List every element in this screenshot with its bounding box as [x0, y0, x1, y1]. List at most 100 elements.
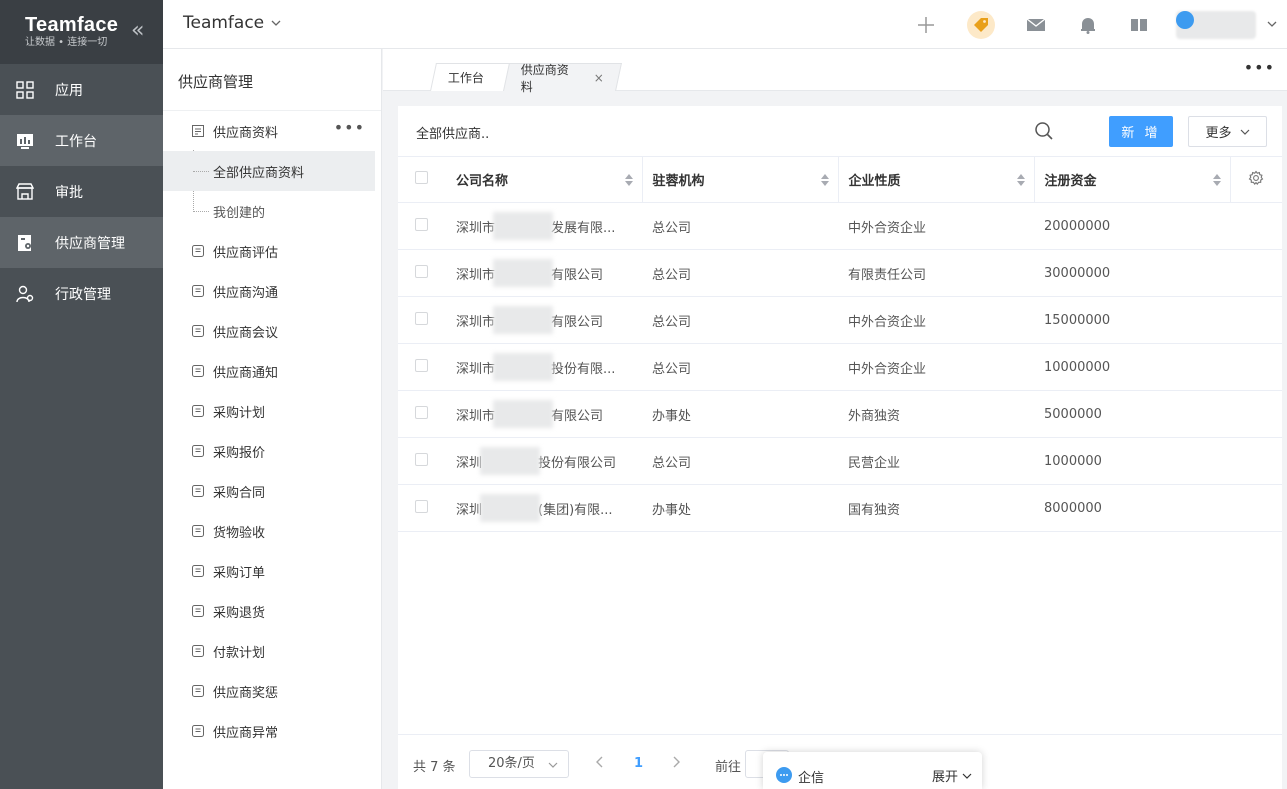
cell-company-name[interactable]: 深圳市 投份有限...	[446, 343, 642, 391]
sub-item[interactable]: 供应商通知	[163, 351, 381, 391]
page-number-current[interactable]: 1	[634, 756, 643, 771]
table-row[interactable]: 深圳市 发展有限... 总公司 中外合资企业 20000000	[398, 202, 1282, 250]
sub-item[interactable]: 采购合同	[163, 471, 381, 511]
more-button[interactable]: 更多	[1188, 116, 1267, 147]
column-settings-cell	[1230, 156, 1282, 203]
chevron-down-icon[interactable]	[1266, 18, 1278, 30]
row-checkbox[interactable]	[415, 405, 428, 419]
search-icon[interactable]	[1034, 121, 1054, 141]
column-header-capital[interactable]: 注册资金	[1034, 156, 1231, 203]
company-name-suffix: 投份有限...	[551, 361, 616, 377]
gear-icon[interactable]	[1248, 170, 1264, 186]
close-icon[interactable]: ×	[594, 71, 604, 85]
table-row[interactable]: 深圳 投份有限公司 总公司 民营企业 1000000	[398, 437, 1282, 485]
more-button-label: 更多	[1205, 126, 1232, 141]
nav-item-apps[interactable]: 应用	[0, 64, 163, 115]
cell-company-name[interactable]: 深圳市 有限公司	[446, 296, 642, 344]
avatar[interactable]	[1176, 11, 1194, 29]
tab-label: 工作台	[447, 71, 484, 85]
row-checkbox[interactable]	[415, 358, 428, 372]
row-checkbox[interactable]	[415, 311, 428, 325]
sub-item[interactable]: 付款计划	[163, 631, 381, 671]
sub-item[interactable]: 供应商奖惩	[163, 671, 381, 711]
sub-item[interactable]: 供应商异常	[163, 711, 381, 751]
sub-item-label: 供应商奖惩	[213, 685, 279, 701]
app-switcher[interactable]: Teamface	[183, 13, 282, 33]
cell-company-name[interactable]: 深圳市 发展有限...	[446, 202, 642, 250]
sort-icon[interactable]	[1212, 173, 1221, 187]
table-row[interactable]: 深圳市 有限公司 总公司 有限责任公司 30000000	[398, 249, 1282, 297]
tab-dashboard[interactable]: 工作台	[430, 63, 512, 91]
calendar-grid-icon	[191, 724, 205, 738]
filter-title[interactable]: 全部供应商..	[416, 123, 489, 142]
sub-item-label: 采购订单	[213, 565, 266, 581]
collapse-sidebar-icon[interactable]: «	[131, 20, 151, 42]
sub-item-supplier-info[interactable]: 供应商资料 •••	[163, 111, 381, 151]
cell-company-name[interactable]: 深圳 (集团)有限...	[446, 484, 642, 532]
sort-icon[interactable]	[624, 173, 633, 187]
more-options-icon[interactable]: •••	[334, 120, 365, 136]
column-header-company[interactable]: 公司名称	[446, 156, 643, 203]
chat-widget[interactable]: 企信 展开	[763, 752, 982, 789]
cell-company-name[interactable]: 深圳 投份有限公司	[446, 437, 642, 485]
tag-icon[interactable]	[967, 11, 995, 39]
cell-company-name[interactable]: 深圳市 有限公司	[446, 390, 642, 438]
cell-capital: 20000000	[1034, 202, 1230, 250]
sort-icon[interactable]	[820, 173, 829, 187]
row-checkbox[interactable]	[415, 217, 428, 231]
nav-item-admin[interactable]: 行政管理	[0, 268, 163, 319]
row-checkbox[interactable]	[415, 452, 428, 466]
nav-item-supplier[interactable]: 供应商管理	[0, 217, 163, 268]
sub-item[interactable]: 采购退货	[163, 591, 381, 631]
tab-supplier-info[interactable]: 供应商资料 ×	[503, 63, 622, 94]
admin-people-icon	[15, 284, 35, 304]
select-all-checkbox[interactable]	[415, 171, 428, 184]
chat-bubble-icon	[776, 767, 792, 783]
sub-item[interactable]: 供应商沟通	[163, 271, 381, 311]
sub-item[interactable]: 采购报价	[163, 431, 381, 471]
row-select-cell	[398, 343, 446, 391]
nav-item-dashboard[interactable]: 工作台	[0, 115, 163, 166]
table-row[interactable]: 深圳市 有限公司 总公司 中外合资企业 15000000	[398, 296, 1282, 344]
supplier-table: 公司名称 驻蓉机构 企业性质 注册资金 深圳市 发展有限... 总公司 中外合资企业 2…	[398, 156, 1282, 532]
page-size-select[interactable]: 20条/页	[469, 750, 569, 778]
goto-label: 前往	[715, 760, 742, 775]
more-options-icon[interactable]: •••	[1244, 60, 1275, 76]
sub-item-label: 采购计划	[213, 405, 266, 421]
row-checkbox[interactable]	[415, 264, 428, 278]
sort-icon[interactable]	[1016, 173, 1025, 187]
approval-icon	[15, 182, 35, 202]
add-button[interactable]: 新 增	[1109, 116, 1173, 147]
cell-capital: 8000000	[1034, 484, 1230, 532]
column-header-org[interactable]: 驻蓉机构	[642, 156, 839, 203]
sub-item[interactable]: 供应商会议	[163, 311, 381, 351]
cell-nature: 中外合资企业	[838, 343, 1034, 391]
sub-child-created-by-me[interactable]: 我创建的	[163, 191, 381, 231]
chat-expand-button[interactable]: 展开	[932, 766, 972, 785]
row-select-cell	[398, 296, 446, 344]
cell-empty	[1230, 343, 1282, 391]
book-icon[interactable]	[1126, 12, 1152, 38]
sub-item[interactable]: 采购计划	[163, 391, 381, 431]
sub-item[interactable]: 采购订单	[163, 551, 381, 591]
next-page-icon[interactable]	[670, 755, 682, 769]
row-select-cell	[398, 437, 446, 485]
bell-icon[interactable]	[1075, 12, 1101, 38]
plus-icon[interactable]	[913, 12, 939, 38]
table-row[interactable]: 深圳 (集团)有限... 办事处 国有独资 8000000	[398, 484, 1282, 532]
nav-item-approval[interactable]: 审批	[0, 166, 163, 217]
table-row[interactable]: 深圳市 有限公司 办事处 外商独资 5000000	[398, 390, 1282, 438]
sub-child-all-suppliers[interactable]: 全部供应商资料	[163, 151, 375, 191]
sub-item[interactable]: 货物验收	[163, 511, 381, 551]
table-row[interactable]: 深圳市 投份有限... 总公司 中外合资企业 10000000	[398, 343, 1282, 391]
sub-item[interactable]: 供应商评估	[163, 231, 381, 271]
prev-page-icon[interactable]	[594, 755, 606, 769]
column-header-nature[interactable]: 企业性质	[838, 156, 1035, 203]
company-name-prefix: 深圳	[456, 502, 483, 518]
mail-icon[interactable]	[1023, 12, 1049, 38]
cell-nature: 中外合资企业	[838, 296, 1034, 344]
cell-capital: 15000000	[1034, 296, 1230, 344]
cell-nature: 中外合资企业	[838, 202, 1034, 250]
cell-company-name[interactable]: 深圳市 有限公司	[446, 249, 642, 297]
row-checkbox[interactable]	[415, 499, 428, 513]
